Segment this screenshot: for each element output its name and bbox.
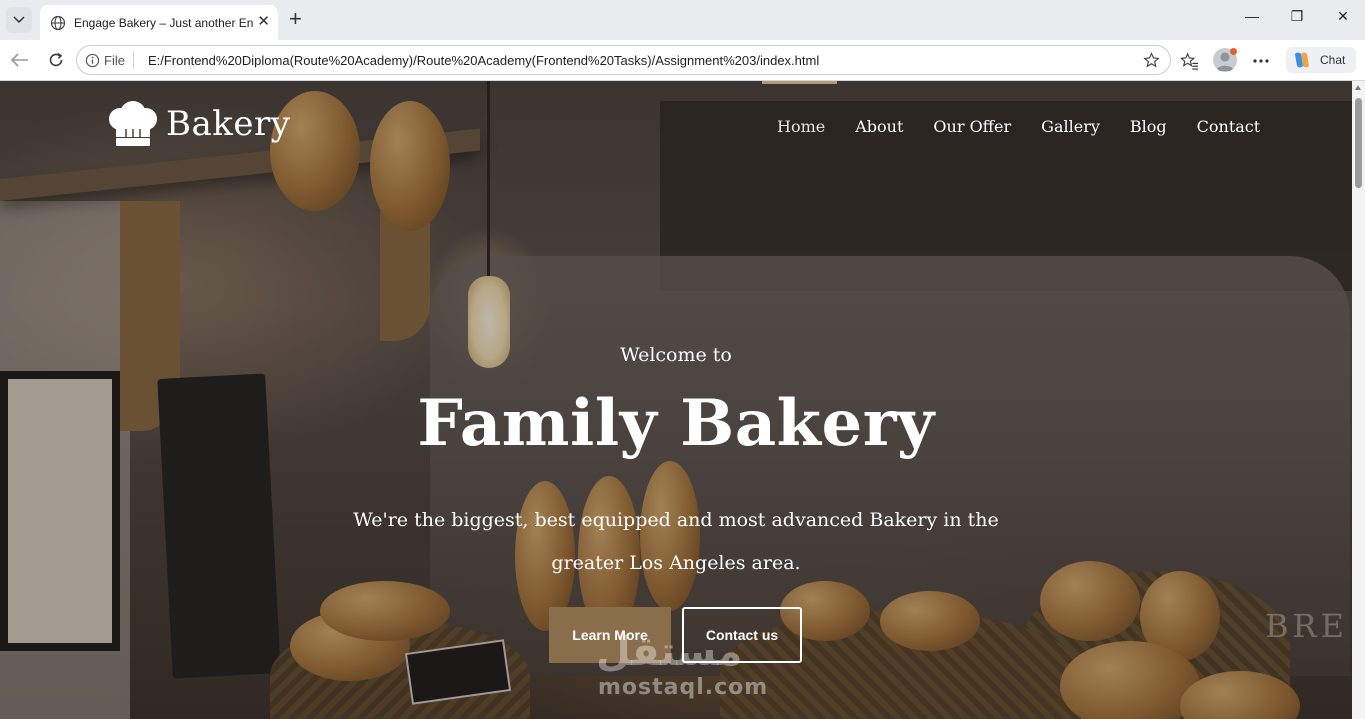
nav-item-our-offer[interactable]: Our Offer [918, 81, 1026, 136]
nav-item-about[interactable]: About [840, 81, 918, 136]
new-tab-button[interactable]: + [289, 8, 302, 30]
info-icon [85, 53, 100, 67]
hero-subtitle: We're the biggest, best equipped and mos… [353, 509, 999, 574]
page-scrollbar[interactable] [1352, 81, 1365, 719]
arrow-left-icon [11, 53, 28, 67]
hero-welcome: Welcome to [620, 344, 732, 366]
site-info-label: File [104, 52, 125, 68]
address-bar[interactable]: File E:/Frontend%20Diploma(Route%20Acade… [76, 45, 1171, 75]
brand-name: Bakery [166, 104, 291, 144]
site-logo[interactable]: Bakery [106, 101, 290, 147]
close-window-button[interactable]: ✕ [1333, 8, 1353, 25]
page-viewport: BRE Bakery Home About Our Offer Gallery … [0, 81, 1352, 719]
hero-title: Family Bakery [417, 386, 935, 461]
main-nav: Home About Our Offer Gallery Blog Contac… [762, 81, 1275, 171]
chef-hat-icon [109, 101, 157, 146]
tab-list-button[interactable] [6, 7, 32, 33]
reload-icon [49, 52, 63, 67]
nav-item-home[interactable]: Home [762, 81, 840, 136]
browser-tab[interactable]: Engage Bakery – Just another Engage ✕ [40, 5, 278, 40]
minimize-button[interactable]: — [1242, 8, 1262, 24]
url-text[interactable]: E:/Frontend%20Diploma(Route%20Academy)/R… [148, 53, 819, 68]
favorites-icon [1179, 51, 1198, 70]
back-button[interactable] [8, 49, 32, 71]
browser-toolbar: File E:/Frontend%20Diploma(Route%20Acade… [0, 40, 1365, 81]
tab-close-button[interactable]: ✕ [257, 14, 270, 30]
watermark-latin: mostaql.com [598, 675, 769, 700]
reload-button[interactable] [44, 49, 68, 71]
scroll-up-arrow-icon[interactable] [1355, 85, 1361, 90]
star-icon [1143, 52, 1160, 68]
nav-item-gallery[interactable]: Gallery [1026, 81, 1115, 136]
copilot-icon [1295, 52, 1309, 68]
site-info-button[interactable]: File [77, 51, 134, 69]
nav-item-contact[interactable]: Contact [1182, 81, 1276, 136]
nav-item-blog[interactable]: Blog [1115, 81, 1182, 136]
watermark-arabic: مستقل [596, 629, 743, 675]
profile-status-dot [1230, 48, 1237, 55]
chat-label: Chat [1320, 53, 1346, 67]
favorites-list-button[interactable] [1178, 50, 1200, 72]
settings-more-button[interactable] [1250, 50, 1272, 72]
chevron-down-icon [13, 16, 25, 24]
favorite-button[interactable] [1143, 52, 1160, 74]
tab-title: Engage Bakery – Just another Engage [74, 15, 254, 30]
more-horizontal-icon [1253, 59, 1269, 63]
scrollbar-thumb[interactable] [1355, 98, 1362, 188]
copilot-chat-button[interactable]: Chat [1286, 47, 1356, 73]
browser-tab-bar: Engage Bakery – Just another Engage ✕ + … [0, 0, 1365, 40]
restore-button[interactable]: ❐ [1287, 8, 1307, 25]
globe-icon [50, 15, 66, 30]
